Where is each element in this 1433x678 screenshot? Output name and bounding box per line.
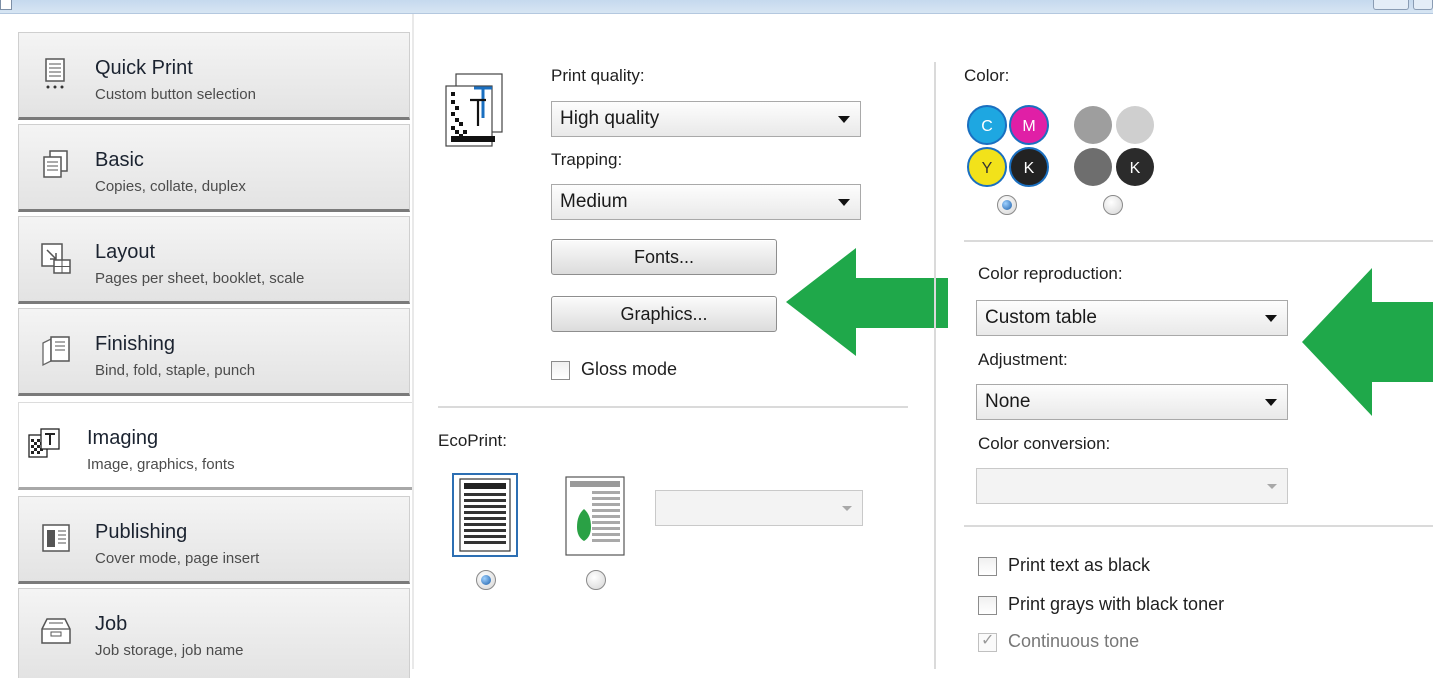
print-quality-value: High quality: [560, 108, 660, 129]
tab-finishing[interactable]: Finishing Bind, fold, staple, punch: [18, 308, 410, 396]
ecoprint-select[interactable]: [655, 490, 863, 526]
trapping-select[interactable]: Medium: [551, 184, 861, 220]
ecoprint-label: EcoPrint:: [438, 431, 507, 450]
section-divider: [438, 406, 908, 408]
tab-subtitle: Copies, collate, duplex: [95, 178, 246, 195]
color-reproduction-select[interactable]: Custom table: [976, 300, 1288, 336]
print-quality-select[interactable]: High quality: [551, 101, 861, 137]
chevron-down-icon: [842, 506, 852, 511]
black-letter: K: [1024, 160, 1035, 177]
nav-divider: [412, 14, 414, 669]
column-divider: [934, 62, 936, 669]
gloss-mode-label: Gloss mode: [581, 359, 678, 379]
trapping-label: Trapping:: [551, 150, 623, 169]
continuous-tone-row: Continuous tone: [978, 630, 1218, 655]
monochrome-radio[interactable]: [1103, 195, 1123, 215]
adjustment-label: Adjustment:: [978, 350, 1068, 369]
tab-title: Basic: [95, 149, 144, 171]
color-reproduction-label: Color reproduction:: [978, 264, 1123, 283]
fonts-button[interactable]: Fonts...: [551, 239, 777, 275]
cmyk-color-icon[interactable]: C M Y K: [966, 104, 1050, 188]
publishing-icon: [42, 524, 70, 552]
window-title-bar: [0, 0, 1433, 14]
tab-publishing[interactable]: Publishing Cover mode, page insert: [18, 496, 410, 584]
tab-subtitle: Custom button selection: [95, 86, 256, 103]
color-label: Color:: [964, 66, 1010, 85]
ecoprint-off-option[interactable]: [452, 473, 518, 557]
chevron-down-icon: [1265, 315, 1277, 322]
tab-subtitle: Bind, fold, staple, punch: [95, 362, 256, 379]
print-grays-checkbox[interactable]: [978, 596, 997, 615]
gloss-mode-row[interactable]: Gloss mode: [551, 359, 751, 383]
settings-nav: Quick Print Custom button selection Basi…: [0, 14, 414, 678]
print-quality-icon: [445, 73, 503, 147]
chevron-down-icon: [838, 116, 850, 123]
color-conversion-select[interactable]: [976, 468, 1288, 504]
annotation-arrow-icon: [1302, 268, 1433, 416]
magenta-letter: M: [1022, 118, 1035, 135]
print-text-black-row[interactable]: Print text as black: [978, 555, 1278, 579]
finishing-icon: [42, 336, 70, 367]
ecoprint-on-icon: [565, 476, 625, 556]
tab-title: Job: [95, 613, 128, 635]
tab-quick-print[interactable]: Quick Print Custom button selection: [18, 32, 410, 120]
print-quality-label: Print quality:: [551, 66, 645, 85]
continuous-tone-label: Continuous tone: [1008, 631, 1140, 651]
gloss-mode-checkbox[interactable]: [551, 361, 570, 380]
tab-imaging[interactable]: Imaging Image, graphics, fonts: [18, 402, 414, 490]
annotation-arrow-icon: [786, 248, 948, 356]
tab-subtitle: Job storage, job name: [95, 642, 244, 659]
tab-subtitle: Pages per sheet, booklet, scale: [95, 270, 305, 287]
layout-icon: [41, 243, 71, 274]
ecoprint-on-radio[interactable]: [586, 570, 606, 590]
tab-title: Finishing: [95, 333, 176, 355]
tab-title: Imaging: [87, 427, 159, 449]
ecoprint-on-option[interactable]: [562, 475, 628, 557]
cyan-letter: C: [981, 118, 993, 135]
tab-title: Quick Print: [95, 57, 193, 79]
color-options-divider: [964, 525, 1433, 527]
window-system-menu-icon[interactable]: [0, 0, 12, 10]
minimize-button[interactable]: [1373, 0, 1409, 10]
ecoprint-off-radio[interactable]: [476, 570, 496, 590]
tab-basic[interactable]: Basic Copies, collate, duplex: [18, 124, 410, 212]
tab-layout[interactable]: Layout Pages per sheet, booklet, scale: [18, 216, 410, 304]
job-icon: [41, 618, 71, 644]
color-section-divider: [964, 240, 1433, 242]
print-text-black-label: Print text as black: [1008, 555, 1151, 575]
yellow-letter: Y: [982, 160, 993, 177]
color-reproduction-value: Custom table: [985, 307, 1097, 328]
color-radio[interactable]: [997, 195, 1017, 215]
mono-color-icon[interactable]: K: [1072, 104, 1156, 188]
chevron-down-icon: [1265, 399, 1277, 406]
chevron-down-icon: [1267, 484, 1277, 489]
adjustment-value: None: [985, 391, 1031, 412]
trapping-value: Medium: [560, 191, 628, 212]
ecoprint-off-icon: [459, 478, 511, 552]
print-text-black-checkbox[interactable]: [978, 557, 997, 576]
tab-subtitle: Cover mode, page insert: [95, 550, 260, 567]
tab-job[interactable]: Job Job storage, job name: [18, 588, 410, 678]
tab-title: Publishing: [95, 521, 188, 543]
tab-subtitle: Image, graphics, fonts: [87, 456, 235, 473]
imaging-icon: [28, 428, 60, 458]
continuous-tone-checkbox: [978, 630, 997, 652]
print-grays-label: Print grays with black toner: [1008, 594, 1225, 614]
graphics-button[interactable]: Graphics...: [551, 296, 777, 332]
color-conversion-label: Color conversion:: [978, 434, 1111, 453]
quick-print-icon: [45, 58, 65, 89]
basic-icon: [43, 150, 68, 178]
adjustment-select[interactable]: None: [976, 384, 1288, 420]
tab-title: Layout: [95, 241, 156, 263]
mono-black-letter: K: [1130, 160, 1141, 177]
chevron-down-icon: [838, 199, 850, 206]
maximize-button[interactable]: [1413, 0, 1433, 10]
print-grays-row[interactable]: Print grays with black toner: [978, 594, 1318, 618]
